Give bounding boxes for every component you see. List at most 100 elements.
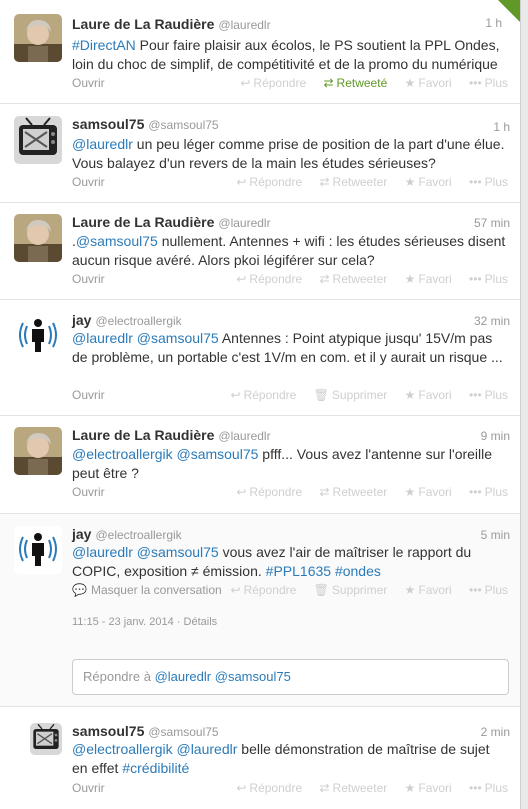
- mention-link[interactable]: @lauredlr: [176, 741, 237, 757]
- star-icon: ★: [404, 781, 416, 795]
- open-link[interactable]: Ouvrir: [72, 388, 105, 402]
- tweet-item[interactable]: Laure de La Raudière @lauredlr 9 min @ele…: [0, 416, 520, 514]
- reply-button[interactable]: ↩ Répondre: [231, 583, 297, 597]
- avatar-wave-person-image: [14, 526, 62, 574]
- author-name[interactable]: samsoul75: [72, 116, 144, 132]
- favorite-button[interactable]: ★ Favori: [405, 583, 452, 597]
- tweet-item[interactable]: Laure de La Raudière @lauredlr 57 min .@s…: [0, 203, 520, 300]
- details-link[interactable]: Détails: [184, 616, 218, 628]
- avatar[interactable]: [14, 14, 62, 62]
- reply-button[interactable]: ↩ Répondre: [236, 485, 302, 499]
- retweet-button[interactable]: ⇄ Retweeter: [319, 272, 387, 286]
- conversation-panel: Laure de La Raudière @lauredlr 1 h #Direc…: [0, 0, 521, 809]
- avatar[interactable]: [14, 427, 62, 475]
- tweet-time[interactable]: 1 h: [485, 16, 502, 30]
- reply-tweet[interactable]: samsoul75 @samsoul75 2 min @electroallerg…: [0, 707, 520, 809]
- avatar[interactable]: [14, 312, 62, 360]
- retweet-button[interactable]: ⇄ Retweeter: [319, 485, 387, 499]
- favorite-button[interactable]: ★ Favori: [405, 388, 452, 402]
- author-name[interactable]: samsoul75: [72, 723, 144, 739]
- reply-button[interactable]: ↩ Répondre: [240, 76, 306, 90]
- retweet-button[interactable]: ⇄ Retweeter: [319, 175, 387, 189]
- author-name[interactable]: jay: [72, 526, 91, 542]
- reply-prefix: Répondre à: [83, 669, 155, 684]
- author-handle[interactable]: @electroallergik: [95, 528, 181, 542]
- hashtag-link[interactable]: #PPL1635: [266, 563, 331, 579]
- author-name[interactable]: Laure de La Raudière: [72, 214, 214, 230]
- hide-conversation-link[interactable]: 💬 Masquer la conversation: [72, 583, 222, 597]
- more-button[interactable]: ••• Plus: [469, 781, 508, 795]
- tweet-time[interactable]: 2 min: [481, 725, 510, 739]
- more-button[interactable]: ••• Plus: [469, 583, 508, 597]
- retweet-label: Retweeter: [332, 175, 388, 189]
- mention-link[interactable]: @samsoul75: [176, 446, 258, 462]
- tweet-actions: Ouvrir ↩ Répondre ⇄ Retweeté ★ Favori ••• Pl…: [72, 76, 508, 94]
- reply-button[interactable]: ↩ Répondre: [236, 175, 302, 189]
- delete-button[interactable]: 🗑 Supprimer: [314, 583, 388, 597]
- avatar[interactable]: [30, 723, 62, 755]
- hashtag-link[interactable]: #ondes: [335, 563, 381, 579]
- tweet-item[interactable]: jay @electroallergik 32 min @lauredlr @sa…: [0, 300, 520, 416]
- author-handle[interactable]: @lauredlr: [218, 18, 270, 32]
- more-button[interactable]: ••• Plus: [469, 272, 508, 286]
- open-link[interactable]: Ouvrir: [72, 272, 105, 286]
- mention-link[interactable]: @samsoul75: [76, 233, 158, 249]
- author-handle[interactable]: @electroallergik: [95, 314, 181, 328]
- trash-icon: 🗑: [313, 388, 329, 402]
- retweeted-button[interactable]: ⇄ Retweeté: [323, 76, 387, 90]
- tweet-timestamp[interactable]: 11:15 - 23 janv. 2014: [72, 616, 174, 628]
- mention-link[interactable]: @electroallergik: [72, 446, 173, 462]
- open-link[interactable]: Ouvrir: [72, 781, 105, 795]
- more-label: Plus: [484, 272, 508, 286]
- reply-button[interactable]: ↩ Répondre: [236, 272, 302, 286]
- open-link[interactable]: Ouvrir: [72, 76, 105, 90]
- focused-tweet[interactable]: jay @electroallergik 5 min @lauredlr @sam…: [0, 514, 520, 707]
- avatar[interactable]: [14, 214, 62, 262]
- reply-icon: ↩: [236, 781, 247, 795]
- author-name[interactable]: jay: [72, 312, 91, 328]
- author-name[interactable]: Laure de La Raudière: [72, 16, 214, 32]
- open-link[interactable]: Ouvrir: [72, 485, 105, 499]
- reply-label: Répondre: [249, 272, 303, 286]
- author-handle[interactable]: @samsoul75: [148, 118, 218, 132]
- tweet-text: #DirectAN Pour faire plaisir aux écolos,…: [72, 36, 508, 74]
- tweet-time[interactable]: 5 min: [481, 528, 510, 542]
- author-name[interactable]: Laure de La Raudière: [72, 427, 214, 443]
- more-button[interactable]: ••• Plus: [469, 388, 508, 402]
- reply-button[interactable]: ↩ Répondre: [236, 781, 302, 795]
- mention-link[interactable]: @samsoul75: [137, 330, 219, 346]
- mention-link[interactable]: @electroallergik: [72, 741, 173, 757]
- mention-link[interactable]: @lauredlr: [72, 330, 133, 346]
- favorite-button[interactable]: ★ Favori: [405, 76, 452, 90]
- author-handle[interactable]: @samsoul75: [148, 725, 218, 739]
- avatar-laure-image: [14, 14, 62, 62]
- favorite-button[interactable]: ★ Favori: [405, 781, 452, 795]
- author-handle[interactable]: @lauredlr: [218, 216, 270, 230]
- favorite-button[interactable]: ★ Favori: [405, 485, 452, 499]
- tweet-time[interactable]: 57 min: [474, 216, 510, 230]
- tweet-item[interactable]: Laure de La Raudière @lauredlr 1 h #Direc…: [0, 0, 520, 104]
- avatar[interactable]: [14, 116, 62, 164]
- tweet-time[interactable]: 9 min: [481, 429, 510, 443]
- more-button[interactable]: ••• Plus: [469, 485, 508, 499]
- tweet-item[interactable]: samsoul75 @samsoul75 1 h @lauredlr un peu…: [0, 104, 520, 203]
- author-handle[interactable]: @lauredlr: [218, 429, 270, 443]
- more-button[interactable]: ••• Plus: [469, 76, 508, 90]
- reply-input[interactable]: Répondre à @lauredlr @samsoul75: [72, 659, 509, 695]
- mention-link[interactable]: @lauredlr: [72, 544, 133, 560]
- tweet-time[interactable]: 1 h: [493, 120, 510, 134]
- retweet-button[interactable]: ⇄ Retweeter: [319, 781, 387, 795]
- favorite-button[interactable]: ★ Favori: [405, 175, 452, 189]
- mention-link[interactable]: @samsoul75: [137, 544, 219, 560]
- open-link[interactable]: Ouvrir: [72, 175, 105, 189]
- avatar[interactable]: [14, 526, 62, 574]
- delete-button[interactable]: 🗑 Supprimer: [314, 388, 388, 402]
- favorite-button[interactable]: ★ Favori: [405, 272, 452, 286]
- mention-link[interactable]: @lauredlr: [72, 136, 133, 152]
- hashtag-link[interactable]: #DirectAN: [72, 37, 136, 53]
- hashtag-link[interactable]: #crédibilité: [122, 760, 189, 776]
- more-button[interactable]: ••• Plus: [469, 175, 508, 189]
- star-icon: ★: [404, 485, 416, 499]
- tweet-time[interactable]: 32 min: [474, 314, 510, 328]
- reply-button[interactable]: ↩ Répondre: [231, 388, 297, 402]
